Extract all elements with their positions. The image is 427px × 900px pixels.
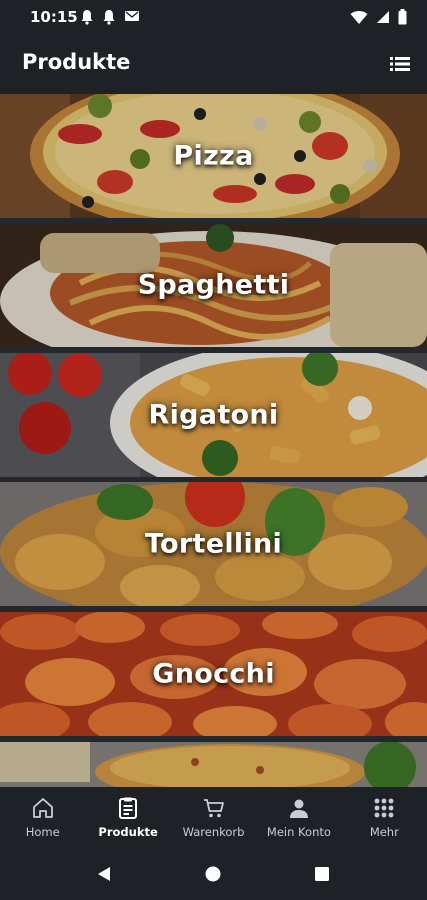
recents-icon[interactable] <box>314 866 330 882</box>
product-tile-pizza[interactable]: Pizza <box>0 94 427 218</box>
nav-item-mein-konto[interactable]: Mein Konto <box>256 787 341 848</box>
status-bar: 10:15 <box>0 0 427 34</box>
nav-item-home[interactable]: Home <box>0 787 85 848</box>
nav-item-produkte[interactable]: Produkte <box>85 787 170 848</box>
home-icon <box>32 798 53 818</box>
nav-label: Home <box>25 825 60 839</box>
nav-item-mehr[interactable]: Mehr <box>342 787 427 848</box>
mail-icon <box>125 11 139 21</box>
menu-card-icon <box>119 797 138 819</box>
cellular-signal-icon <box>377 11 389 23</box>
product-label: Pizza <box>173 140 254 172</box>
system-nav-bar <box>0 848 427 900</box>
page-title: Produkte <box>22 50 131 74</box>
more-grid-icon <box>374 798 394 818</box>
notification-bell-icon <box>103 10 115 25</box>
list-view-icon <box>390 57 410 71</box>
notification-bell-icon <box>81 10 93 25</box>
nav-item-warenkorb[interactable]: Warenkorb <box>171 787 256 848</box>
account-icon <box>289 799 308 818</box>
list-view-button[interactable] <box>387 51 413 77</box>
product-tile-rigatoni[interactable]: Rigatoni <box>0 353 427 477</box>
product-label: Spaghetti <box>137 269 290 301</box>
product-label: Gnocchi <box>152 658 275 690</box>
nav-label: Mehr <box>369 825 399 839</box>
product-tile-tortellini[interactable]: Tortellini <box>0 482 427 606</box>
product-tile-spaghetti[interactable]: Spaghetti <box>0 223 427 347</box>
app-bar: Produkte <box>0 34 427 94</box>
product-label: Tortellini <box>144 528 283 560</box>
battery-icon <box>398 9 407 25</box>
nav-label: Mein Konto <box>266 825 331 839</box>
home-circle-icon[interactable] <box>205 866 221 882</box>
nav-label: Warenkorb <box>182 825 245 839</box>
nav-label: Produkte <box>98 825 158 839</box>
product-tile-partial[interactable] <box>0 742 427 787</box>
back-icon[interactable] <box>96 866 112 882</box>
status-time: 10:15 <box>30 8 78 26</box>
product-label: Rigatoni <box>148 399 279 431</box>
shopping-cart-icon <box>203 799 224 818</box>
product-list: Pizza Spaghetti Rigatoni Tortellini Gnoc… <box>0 94 427 787</box>
bottom-nav: Home Produkte Warenkorb Mein Konto Mehr <box>0 787 427 848</box>
wifi-icon <box>350 10 368 24</box>
product-tile-gnocchi[interactable]: Gnocchi <box>0 612 427 736</box>
